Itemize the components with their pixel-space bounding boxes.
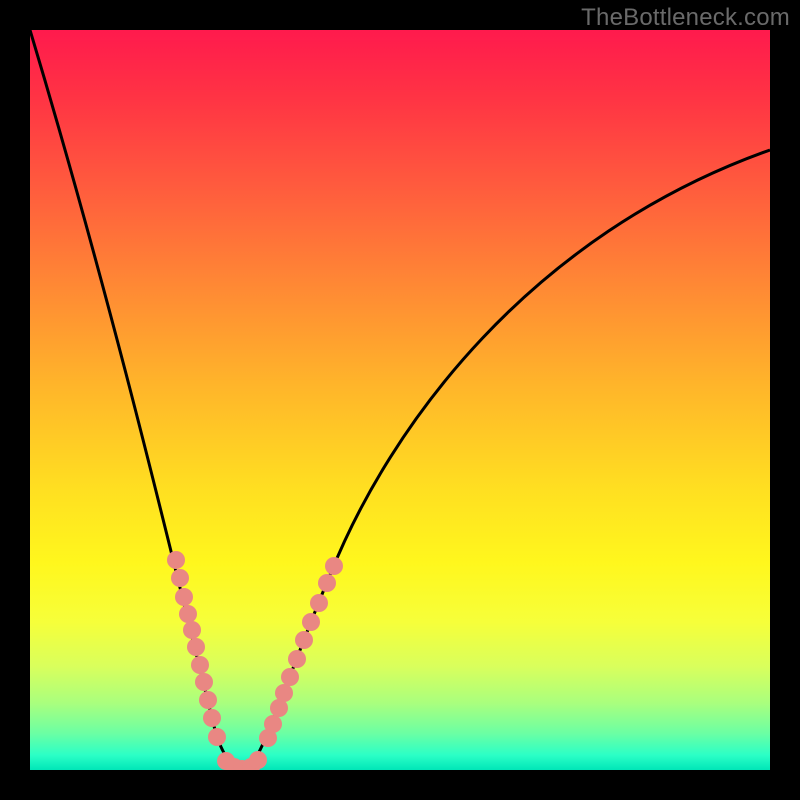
curve-dot bbox=[275, 684, 293, 702]
curve-dot bbox=[281, 668, 299, 686]
curve-dot bbox=[325, 557, 343, 575]
bottleneck-curve bbox=[30, 30, 770, 768]
watermark-text: TheBottleneck.com bbox=[581, 4, 790, 32]
curve-dot bbox=[171, 569, 189, 587]
curve-dot bbox=[295, 631, 313, 649]
curve-dot bbox=[183, 621, 201, 639]
curve-dot bbox=[175, 588, 193, 606]
chart-svg bbox=[30, 30, 770, 770]
curve-dot bbox=[191, 656, 209, 674]
curve-dot bbox=[310, 594, 328, 612]
curve-dot bbox=[288, 650, 306, 668]
curve-dot bbox=[199, 691, 217, 709]
chart-frame: TheBottleneck.com bbox=[0, 0, 800, 800]
curve-dot bbox=[179, 605, 197, 623]
curve-dots bbox=[167, 551, 343, 770]
curve-dot bbox=[203, 709, 221, 727]
curve-dot bbox=[318, 574, 336, 592]
curve-dot bbox=[167, 551, 185, 569]
curve-dot bbox=[187, 638, 205, 656]
curve-dot bbox=[208, 728, 226, 746]
curve-dot bbox=[302, 613, 320, 631]
curve-dot bbox=[249, 751, 267, 769]
curve-dot bbox=[264, 715, 282, 733]
chart-plot-area bbox=[30, 30, 770, 770]
curve-dot bbox=[195, 673, 213, 691]
